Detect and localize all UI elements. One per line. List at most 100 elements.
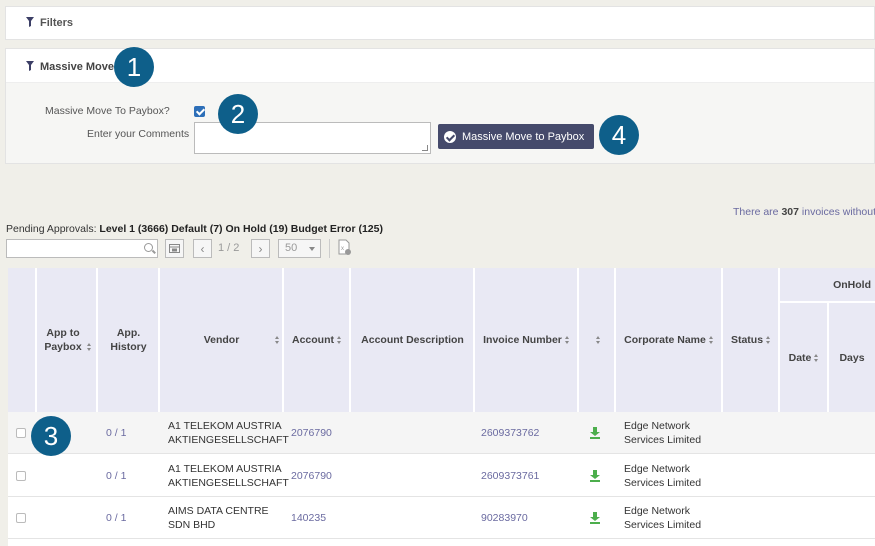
vendor-cell: A1 TELEKOM AUSTRIA AKTIENGESELLSCHAFT: [168, 463, 289, 489]
download-icon[interactable]: [590, 512, 600, 524]
corporate-name-cell: Edge Network Services Limited: [624, 505, 702, 531]
search-input[interactable]: [6, 239, 158, 258]
next-page-button[interactable]: ›: [251, 239, 270, 258]
col-account-description: Account Description: [351, 268, 474, 412]
account-cell[interactable]: 140235: [291, 497, 326, 539]
col-download[interactable]: [579, 268, 615, 412]
filter-icon: [26, 61, 34, 71]
col-account-description-label: Account Description: [361, 334, 464, 346]
app-history-cell[interactable]: 0 / 1: [106, 455, 126, 497]
step-badge-1: 1: [114, 47, 154, 87]
download-icon[interactable]: [590, 470, 600, 482]
col-account[interactable]: Account: [284, 268, 350, 412]
invoice-number-cell[interactable]: 2609373761: [481, 455, 539, 497]
massive-move-button[interactable]: Massive Move to Paybox: [438, 124, 595, 149]
sort-icon[interactable]: [596, 336, 601, 345]
filter-icon: [26, 17, 34, 27]
vendor-cell: A1 TELEKOM AUSTRIA AKTIENGESELLSCHAFT: [168, 420, 289, 446]
page-info: 1 / 2: [218, 242, 240, 254]
toolbar-divider: [329, 239, 330, 258]
col-onhold-date-label: Date: [788, 351, 812, 364]
columns-button[interactable]: [165, 239, 184, 258]
columns-icon: [169, 244, 180, 253]
corporate-name-cell: Edge Network Services Limited: [624, 463, 702, 489]
header-separator: [577, 268, 579, 412]
col-corporate-name[interactable]: Corporate Name: [616, 268, 722, 412]
sort-icon[interactable]: [564, 336, 570, 345]
unassigned-invoices-notice: There are 307 invoices without: [733, 206, 875, 218]
col-app-to-paybox[interactable]: App to Paybox: [37, 268, 97, 412]
header-separator: [349, 268, 351, 412]
invoices-table: App to Paybox App. History Vendor Accoun…: [8, 268, 875, 546]
col-status-label: Status: [730, 334, 764, 346]
filters-panel[interactable]: Filters: [5, 6, 875, 40]
comments-label: Enter your Comments: [87, 128, 190, 140]
paybox-label: Massive Move To Paybox?: [45, 105, 170, 117]
app-history-cell[interactable]: 0 / 1: [106, 412, 126, 454]
prev-page-button[interactable]: ‹: [193, 239, 212, 258]
col-app-history: App. History: [98, 268, 159, 412]
pending-prefix: Pending Approvals:: [6, 223, 97, 235]
app-history-cell[interactable]: 0 / 1: [106, 497, 126, 539]
step-badge-2: 2: [218, 94, 258, 134]
paybox-checkbox[interactable]: [194, 106, 205, 117]
table-row[interactable]: 0 / 1 A1 TELEKOM AUSTRIA AKTIENGESELLSCH…: [8, 455, 875, 497]
header-separator: [473, 268, 475, 412]
row-checkbox[interactable]: [16, 428, 26, 438]
sort-icon[interactable]: [814, 353, 819, 362]
sort-icon[interactable]: [766, 336, 771, 345]
account-cell[interactable]: 2076790: [291, 455, 332, 497]
filters-header[interactable]: Filters: [26, 17, 73, 29]
col-vendor[interactable]: Vendor: [160, 268, 283, 412]
col-onhold-date[interactable]: Date: [780, 303, 828, 412]
excel-export-icon: x: [338, 239, 351, 255]
notice-suffix: invoices without: [801, 206, 875, 218]
notice-prefix: There are: [733, 206, 779, 218]
excel-export-button[interactable]: x: [338, 239, 352, 258]
filters-title: Filters: [40, 17, 74, 29]
col-onhold-days-label: Days: [839, 351, 865, 364]
row-checkbox[interactable]: [16, 471, 26, 481]
col-status[interactable]: Status: [723, 268, 779, 412]
pending-approvals: Pending Approvals: Level 1 (3666) Defaul…: [6, 223, 383, 235]
corporate-name-cell: Edge Network Services Limited: [624, 420, 702, 446]
col-account-label: Account: [292, 334, 334, 346]
vendor-cell: AIMS DATA CENTRE SDN BHD: [168, 505, 269, 531]
page-size-select[interactable]: 50: [278, 239, 321, 258]
col-onhold-label: OnHold: [833, 279, 871, 291]
pending-levels[interactable]: Level 1 (3666) Default (7) On Hold (19) …: [99, 223, 383, 235]
col-invoice-number-label: Invoice Number: [483, 334, 562, 346]
sort-icon[interactable]: [708, 336, 714, 345]
sort-icon[interactable]: [87, 343, 92, 352]
invoice-number-cell[interactable]: 90283970: [481, 497, 528, 539]
table-row[interactable]: 0 / 1 A1 TELEKOM AUSTRIA AKTIENGESELLSCH…: [8, 412, 875, 454]
col-app-history-label: App. History: [110, 327, 147, 353]
step-badge-3: 3: [31, 416, 71, 456]
chevron-right-icon: ›: [258, 241, 263, 256]
col-app-to-paybox-label: App to Paybox: [44, 327, 82, 353]
col-onhold-days: Days: [829, 303, 875, 412]
sort-icon[interactable]: [337, 336, 342, 345]
check-circle-icon: [444, 130, 456, 143]
sort-icon[interactable]: [275, 336, 280, 344]
invoice-number-cell[interactable]: 2609373762: [481, 412, 539, 454]
notice-count: 307: [781, 206, 799, 218]
step-badge-4: 4: [599, 115, 639, 155]
header-separator: [721, 268, 723, 412]
massive-move-button-label: Massive Move to Paybox: [462, 130, 585, 143]
header-separator: [158, 268, 160, 412]
row-checkbox[interactable]: [16, 513, 26, 523]
col-invoice-number[interactable]: Invoice Number: [475, 268, 578, 412]
col-vendor-label: Vendor: [203, 334, 240, 346]
col-corporate-name-label: Corporate Name: [624, 334, 706, 346]
account-cell[interactable]: 2076790: [291, 412, 332, 454]
svg-text:x: x: [341, 246, 344, 252]
col-onhold-group: OnHold: [780, 268, 875, 302]
header-separator: [778, 268, 780, 412]
header-separator: [96, 268, 98, 412]
massive-move-header-title[interactable]: Massive Move: [26, 61, 114, 73]
download-icon[interactable]: [590, 427, 600, 439]
search-icon[interactable]: [144, 243, 153, 252]
table-row[interactable]: 0 / 1 AIMS DATA CENTRE SDN BHD 140235 90…: [8, 497, 875, 539]
header-separator: [282, 268, 284, 412]
